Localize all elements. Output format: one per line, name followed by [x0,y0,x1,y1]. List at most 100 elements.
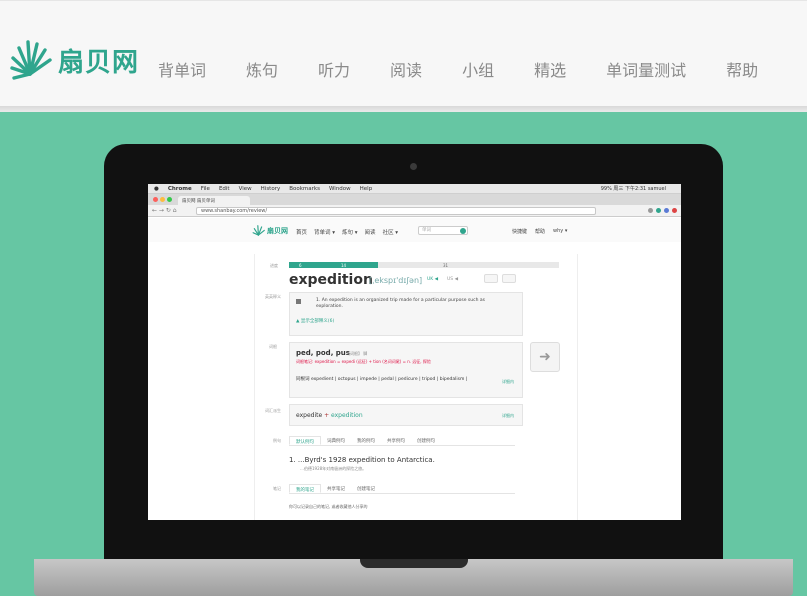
definition-icon [296,299,301,304]
menu-bookmarks: Bookmarks [289,185,320,192]
word-headword: expedition [289,272,373,288]
side-label-definition: 英英释义 [265,294,281,299]
nav-item-vocabulary[interactable]: 背单词 [158,57,206,81]
laptop-camera [410,163,417,170]
fan-shell-icon [10,40,52,80]
nav-item-groups[interactable]: 小组 [462,57,494,81]
minimize-dot-icon [160,197,165,202]
side-label-progress: 进度 [270,263,278,268]
main-nav: 背单词 炼句 听力 阅读 小组 精选 单词量测试 帮助 [158,57,798,81]
extension-icon [656,208,661,213]
side-label-notes: 笔记 [273,486,281,491]
example-tabs: 默认例句 词典例句 我的例句 共享例句 创建例句 [289,436,515,446]
menu-file: File [200,185,210,192]
side-label-examples: 例句 [273,438,281,443]
menu-help: Help [359,185,373,192]
url-field: www.shanbay.com/review/ [196,207,596,215]
inner-nav-sentences: 炼句 ▾ [342,230,358,236]
tab-create-note: 创建笔记 [357,487,375,492]
top-navbar: 扇贝网 背单词 炼句 听力 阅读 小组 精选 单词量测试 帮助 [0,0,807,106]
roots-box: ped, pod, pus 【词根】 脚 词根笔记: expedition = … [289,342,523,398]
example-translation: …伯德1928年对南极洲的探险之旅。 [300,466,367,471]
laptop-screen: ● Chrome File Edit View History Bookmark… [148,184,681,520]
roots-detail-link: 详细内 [502,379,514,384]
root-tag: 【词根】 脚 [346,351,368,356]
menu-window: Window [328,185,351,192]
zoom-dot-icon [167,197,172,202]
derivation-text: expedite + expedition [296,412,363,419]
show-all-definitions-link: ▲ 显示全部释义(6) [296,319,335,324]
notes-hint: 你可以记录自己的笔记, 或者收藏他人分享的 [289,504,368,509]
tab-shared-notes: 共享笔记 [327,487,345,492]
tab-my-notes: 我的笔记 [289,484,321,493]
window-controls [153,197,174,202]
pronunciation-us: US ◀ [447,277,459,282]
root-words: 同根词 expedient | octopus | impede | pedal… [296,377,474,383]
inner-user-menu: why ▾ [553,228,568,234]
nav-item-sentences[interactable]: 炼句 [246,57,278,81]
inner-nav-reading: 阅读 [364,230,376,236]
derivation-base: expedite [296,412,323,419]
menu-edit: Edit [218,185,230,192]
pronunciation-uk: UK ◀ [427,277,439,282]
derivation-plus: + [324,412,330,419]
tab-default-examples: 默认例句 [289,436,321,445]
nav-item-featured[interactable]: 精选 [534,57,566,81]
browser-tab: 扇贝网 扇贝单词 [178,196,250,205]
word-phonetic: [ˌekspɪ'dɪʃən] [369,276,423,285]
inner-nav-vocab: 背单词 ▾ [314,230,336,236]
browser-nav-buttons: ← → ↻ ⌂ [152,207,177,214]
menu-history: History [260,185,281,192]
close-dot-icon [153,197,158,202]
inner-nav: 首页 背单词 ▾ 炼句 ▾ 阅读 社区 ▾ [296,228,405,236]
example-number: 1. [289,456,296,464]
tab-dictionary-examples: 词典例句 [327,439,345,444]
mac-status-items: 99% 周三 下午2:31 samuel [600,186,666,192]
inner-logo-text: 扇贝网 [267,227,288,235]
root-title: ped, pod, pus [296,349,350,357]
note-tabs: 我的笔记 共享笔记 创建笔记 [289,484,515,494]
root-note: 词根笔记: expedition = expedi (远征) + tion (名… [296,359,431,364]
nav-item-vocab-test[interactable]: 单词量测试 [606,57,686,81]
inner-search-placeholder: 单词 [422,228,431,233]
inner-right-links: 快捷键 帮助 why ▾ [512,228,575,235]
trash-icon [502,274,516,283]
menu-view: View [238,185,252,192]
extension-icons [645,208,677,213]
site-logo[interactable]: 扇贝网 [8,35,139,85]
inner-logo: 扇贝网 [252,224,288,238]
logo-text: 扇贝网 [58,47,140,78]
review-card: 进度 6 14 31 expedition [ˌekspɪ'dɪʃən] UK … [254,254,578,520]
nav-item-listening[interactable]: 听力 [318,57,350,81]
star-icon [648,208,653,213]
side-label-derivation: 词汇派生 [265,408,281,413]
side-label-roots: 词根 [269,344,277,349]
tab-shared-examples: 共享例句 [387,439,405,444]
mac-menu-bar: ● Chrome File Edit View History Bookmark… [148,184,681,194]
browser-address-bar: ← → ↻ ⌂ www.shanbay.com/review/ [148,205,681,217]
root-words-label: 同根词 [296,377,310,382]
nav-item-reading[interactable]: 阅读 [390,57,422,81]
definition-text: 1. An expedition is an organized trip ma… [316,298,485,309]
tab-create-example: 创建例句 [417,439,435,444]
derivation-detail-link: 详细内 [502,413,514,418]
fan-shell-icon [252,225,265,236]
search-icon [460,228,466,234]
tab-my-examples: 我的例句 [357,439,375,444]
example-sentence: 1. ...Byrd's 1928 expedition to Antarcti… [289,456,435,464]
nav-item-help[interactable]: 帮助 [726,57,758,81]
keyboard-icon [484,274,498,283]
progress-done: 6 [299,263,302,268]
inner-help-link: 帮助 [535,229,546,235]
definition-box: 1. An expedition is an organized trip ma… [289,292,523,336]
inner-nav-community: 社区 ▾ [382,230,399,236]
apple-icon: ● [154,185,159,192]
extension-icon [672,208,677,213]
browser-tabstrip: 扇贝网 扇贝单词 [148,194,681,205]
extension-icon [664,208,669,213]
inner-nav-home: 首页 [296,230,308,236]
derivation-box: expedite + expedition 详细内 [289,404,523,426]
next-arrow-icon: ➜ [530,342,560,372]
example-text: ...Byrd's 1928 expedition to Antarctica. [297,456,435,464]
inner-shortcuts-link: 快捷键 [512,229,528,235]
